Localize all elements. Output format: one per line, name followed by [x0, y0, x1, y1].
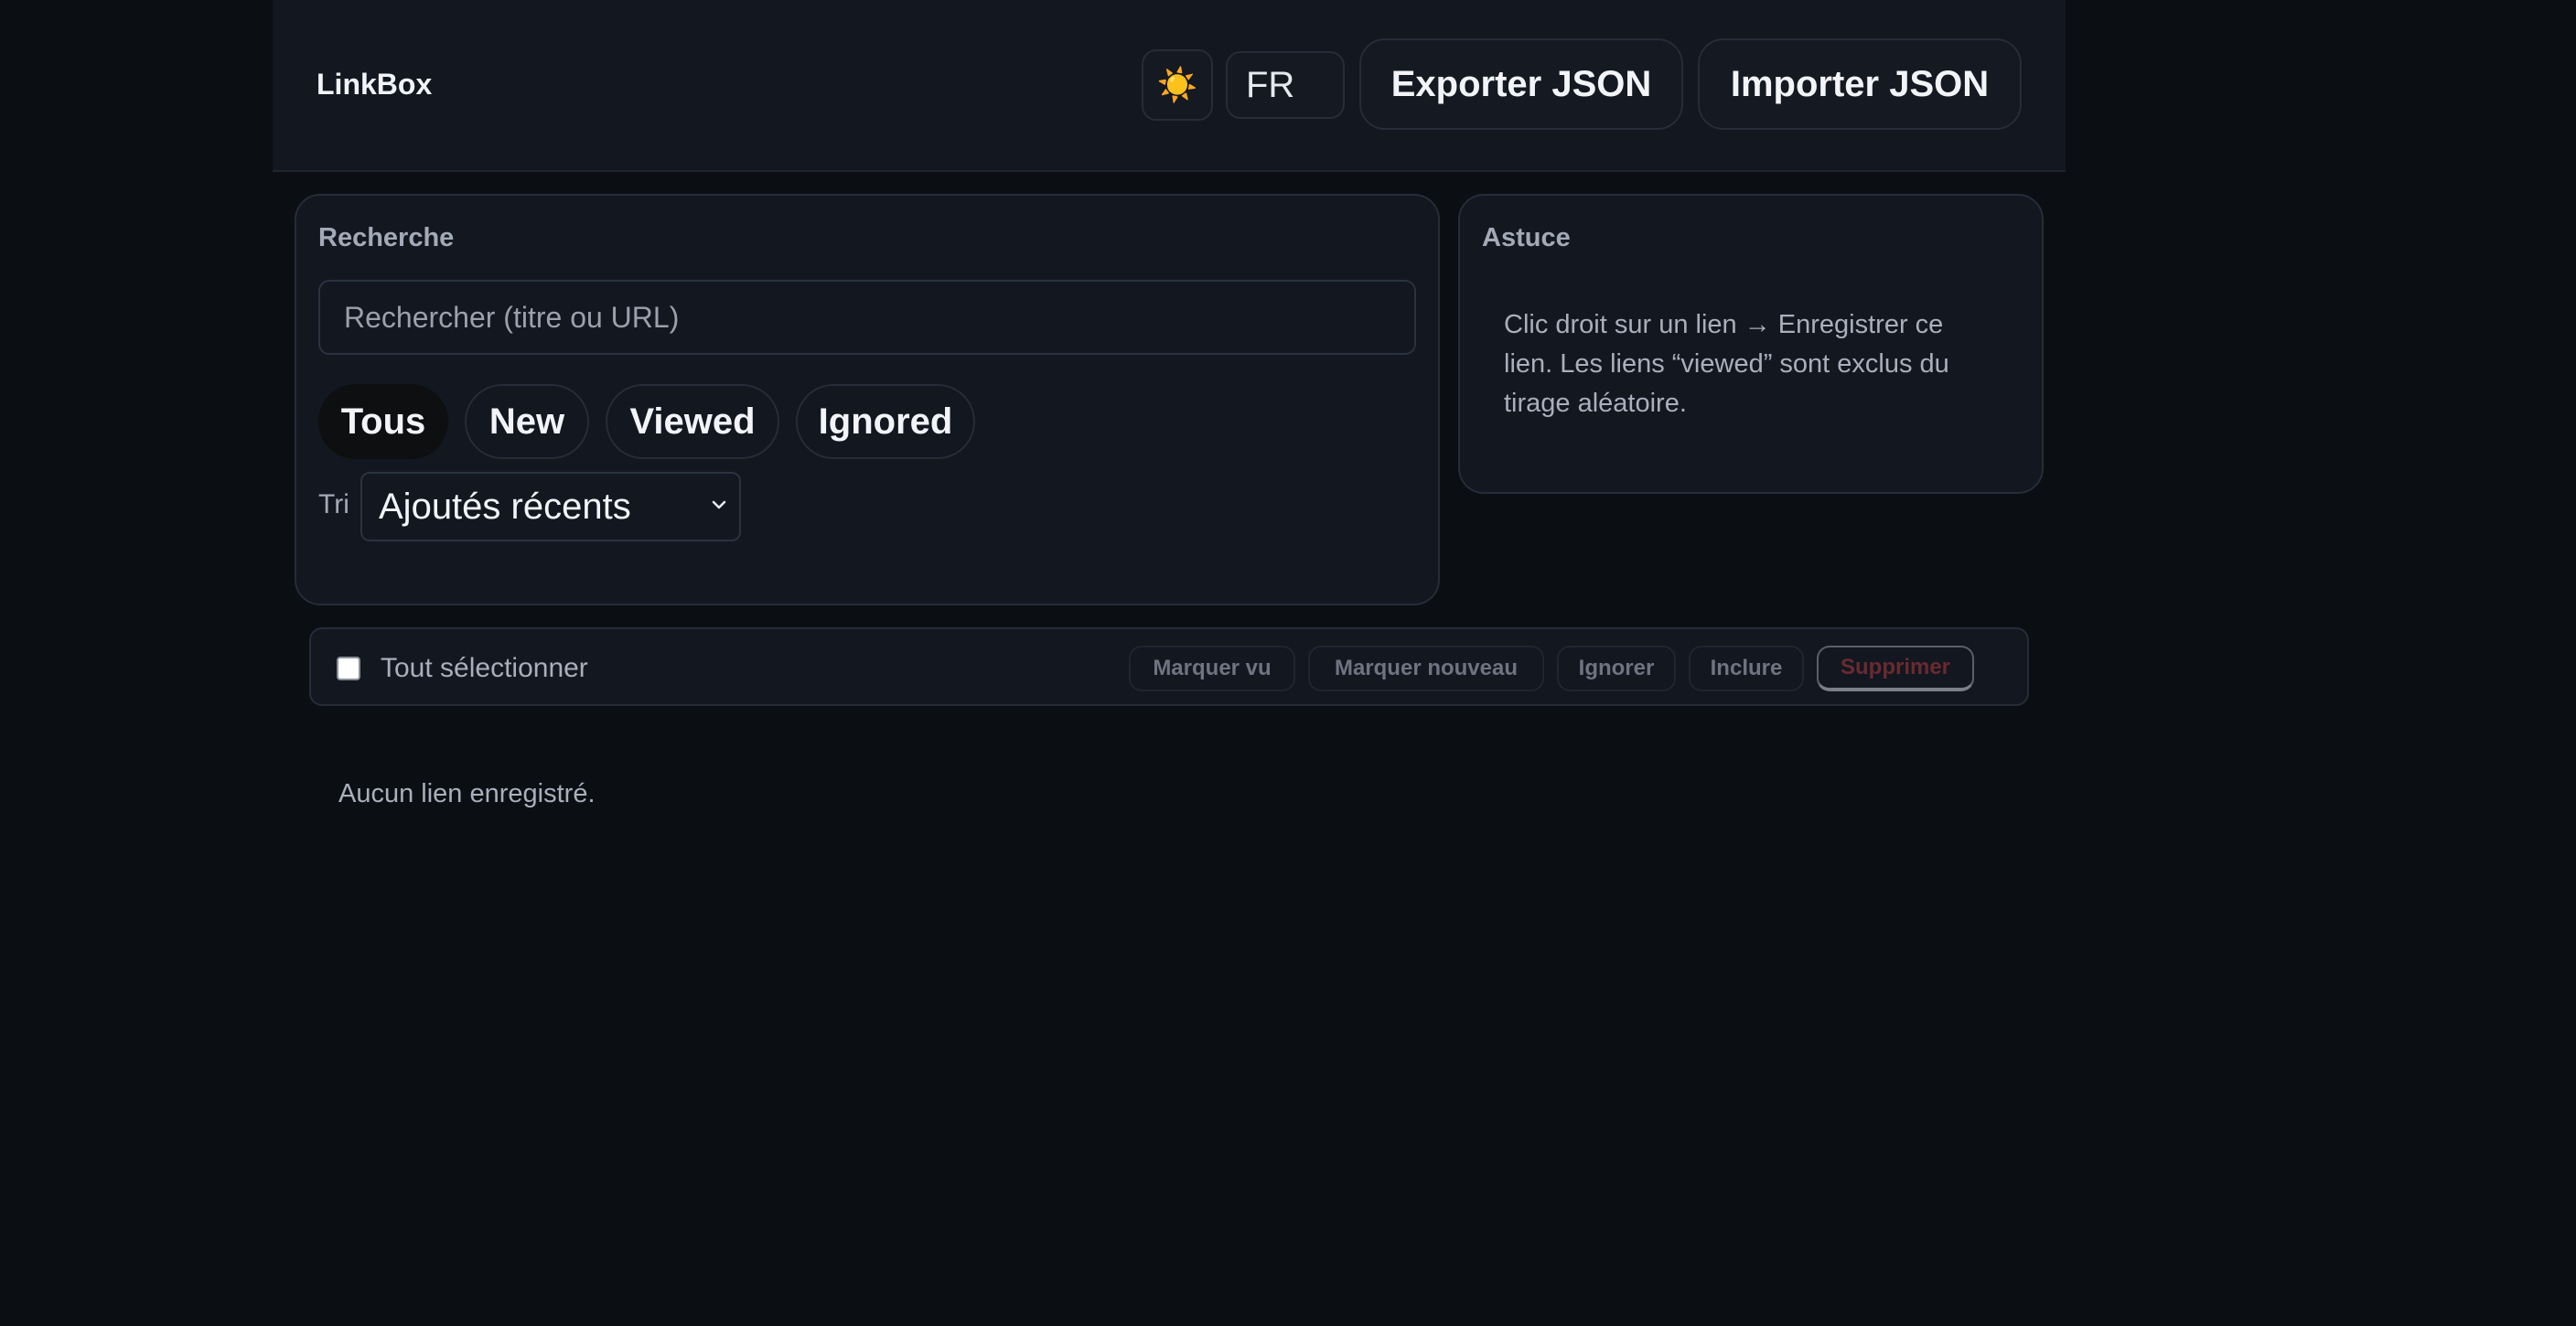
sort-select[interactable]: Ajoutés récents: [360, 472, 741, 541]
mark-seen-button[interactable]: Marquer vu: [1129, 646, 1295, 691]
language-selector[interactable]: FR: [1226, 51, 1345, 119]
bulk-actions-bar: Tout sélectionner Marquer vu Marquer nou…: [309, 627, 2029, 706]
filter-chip-new[interactable]: New: [465, 384, 589, 459]
export-json-button[interactable]: Exporter JSON: [1359, 38, 1683, 130]
tip-card-title: Astuce: [1482, 223, 1571, 252]
filter-chip-all[interactable]: Tous: [318, 384, 448, 459]
ignore-button[interactable]: Ignorer: [1557, 646, 1676, 691]
theme-toggle-button[interactable]: ☀️: [1142, 49, 1213, 121]
sort-select-value: Ajoutés récents: [379, 486, 631, 527]
search-input[interactable]: [318, 280, 1416, 355]
include-button[interactable]: Inclure: [1689, 646, 1804, 691]
mark-new-button[interactable]: Marquer nouveau: [1308, 646, 1544, 691]
tip-card: Astuce Clic droit sur un lien → Enregist…: [1458, 194, 2044, 494]
sort-label: Tri: [318, 489, 349, 519]
filter-chip-ignored[interactable]: Ignored: [796, 384, 975, 459]
app-root: LinkBox ☀️ FR Exporter JSON Importer JSO…: [273, 0, 2066, 1326]
select-all-label: Tout sélectionner: [381, 653, 588, 683]
empty-list-message: Aucun lien enregistré.: [338, 779, 596, 808]
delete-button[interactable]: Supprimer: [1817, 646, 1974, 691]
header: LinkBox ☀️ FR Exporter JSON Importer JSO…: [273, 0, 2066, 172]
select-all-checkbox[interactable]: [337, 657, 360, 680]
import-json-button[interactable]: Importer JSON: [1698, 38, 2022, 130]
filter-chip-viewed[interactable]: Viewed: [606, 384, 779, 459]
sun-icon: ☀️: [1156, 66, 1198, 103]
search-card-title: Recherche: [318, 223, 455, 252]
tip-text: Clic droit sur un lien → Enregistrer ce …: [1504, 310, 1949, 418]
chevron-down-icon: [712, 500, 726, 509]
search-card: Recherche Tous New Viewed Ignored Tri Aj…: [295, 194, 1440, 605]
app-title: LinkBox: [317, 68, 433, 101]
